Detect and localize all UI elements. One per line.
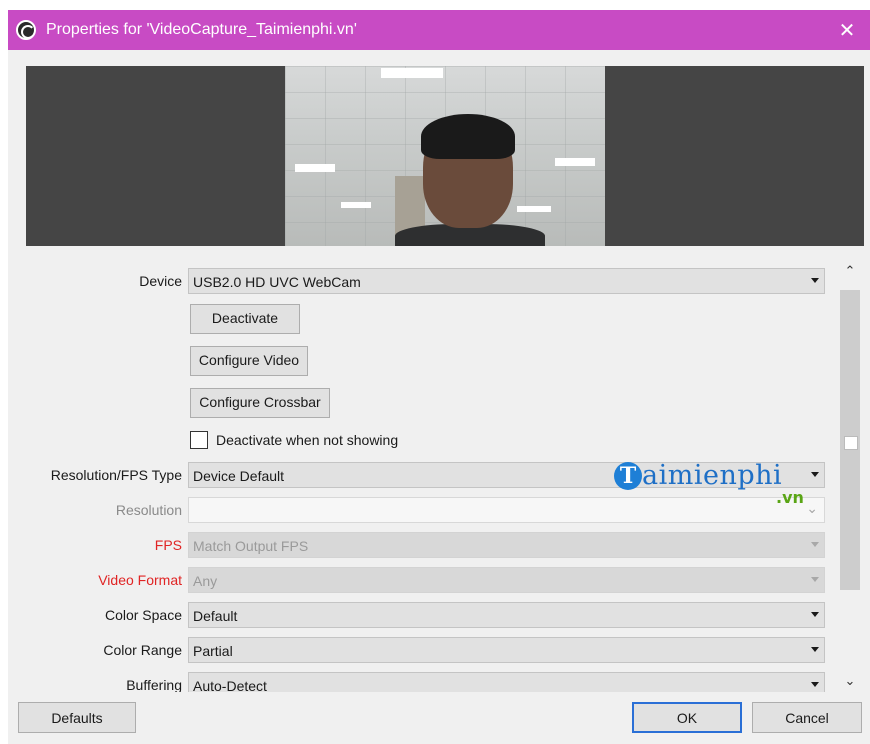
- resolution-fps-type-value: Device Default: [193, 468, 285, 484]
- ceiling-light: [517, 206, 551, 212]
- color-space-row: Color Space Default: [8, 602, 838, 628]
- properties-dialog: Properties for 'VideoCapture_Taimienphi.…: [8, 10, 870, 744]
- buffering-value: Auto-Detect: [193, 678, 267, 692]
- dropdown-arrow-icon: [811, 577, 819, 582]
- deactivate-when-not-showing-label: Deactivate when not showing: [216, 432, 399, 448]
- scroll-thumb[interactable]: [840, 290, 860, 590]
- properties-scrollbar[interactable]: ⌃ ⌄: [840, 260, 860, 692]
- dropdown-arrow-icon: [811, 542, 819, 547]
- video-format-value: Any: [193, 573, 218, 589]
- close-icon[interactable]: ✕: [824, 10, 870, 50]
- fps-select[interactable]: Match Output FPS: [188, 532, 825, 558]
- obs-icon: [16, 20, 36, 40]
- fps-row: FPS Match Output FPS: [8, 532, 838, 558]
- video-preview: [26, 66, 864, 246]
- color-range-row: Color Range Partial: [8, 637, 838, 663]
- watermark-suffix: .vn: [776, 488, 804, 507]
- dropdown-arrow-icon: [811, 278, 819, 283]
- buffering-select[interactable]: Auto-Detect: [188, 672, 825, 692]
- color-range-value: Partial: [193, 643, 233, 659]
- scroll-down-icon[interactable]: ⌄: [840, 670, 860, 692]
- color-space-label: Color Space: [104, 607, 182, 623]
- deactivate-button[interactable]: Deactivate: [190, 304, 300, 334]
- ceiling-light: [295, 164, 335, 172]
- video-format-row: Video Format Any: [8, 567, 838, 593]
- buffering-label: Buffering: [126, 677, 182, 692]
- device-label: Device: [139, 273, 182, 289]
- fps-value: Match Output FPS: [193, 538, 309, 554]
- scroll-up-icon[interactable]: ⌃: [840, 260, 860, 282]
- window-title: Properties for 'VideoCapture_Taimienphi.…: [46, 21, 357, 38]
- device-value: USB2.0 HD UVC WebCam: [193, 274, 361, 290]
- video-format-label: Video Format: [98, 572, 182, 588]
- color-range-select[interactable]: Partial: [188, 637, 825, 663]
- cancel-button[interactable]: Cancel: [752, 702, 862, 733]
- resolution-label: Resolution: [115, 502, 182, 518]
- buffering-row: Buffering Auto-Detect: [8, 672, 838, 692]
- title-bar[interactable]: Properties for 'VideoCapture_Taimienphi.…: [8, 10, 870, 50]
- configure-video-button[interactable]: Configure Video: [190, 346, 308, 376]
- video-format-select[interactable]: Any: [188, 567, 825, 593]
- camera-feed: [285, 66, 605, 246]
- color-range-label: Color Range: [103, 642, 182, 658]
- scroll-track[interactable]: [840, 284, 860, 668]
- fps-label: FPS: [154, 537, 182, 553]
- person-hair: [421, 114, 515, 159]
- watermark-logo: T aimienphi .vn: [614, 458, 814, 508]
- dropdown-arrow-icon: [811, 647, 819, 652]
- color-space-select[interactable]: Default: [188, 602, 825, 628]
- dropdown-arrow-icon: [811, 682, 819, 687]
- color-space-value: Default: [193, 608, 238, 624]
- dropdown-arrow-icon: [811, 612, 819, 617]
- deactivate-when-not-showing-row: Deactivate when not showing: [190, 429, 398, 451]
- configure-crossbar-button[interactable]: Configure Crossbar: [190, 388, 330, 418]
- watermark-letter: T: [614, 462, 642, 490]
- deactivate-when-not-showing-checkbox[interactable]: [190, 431, 208, 449]
- device-row: Device USB2.0 HD UVC WebCam: [8, 268, 838, 294]
- ceiling-light: [555, 158, 595, 166]
- resolution-fps-type-label: Resolution/FPS Type: [50, 467, 182, 483]
- ceiling-light: [341, 202, 371, 208]
- defaults-button[interactable]: Defaults: [18, 702, 136, 733]
- ceiling-light: [381, 68, 443, 78]
- ok-button[interactable]: OK: [632, 702, 742, 733]
- watermark-text: aimienphi: [642, 460, 783, 491]
- device-select[interactable]: USB2.0 HD UVC WebCam: [188, 268, 825, 294]
